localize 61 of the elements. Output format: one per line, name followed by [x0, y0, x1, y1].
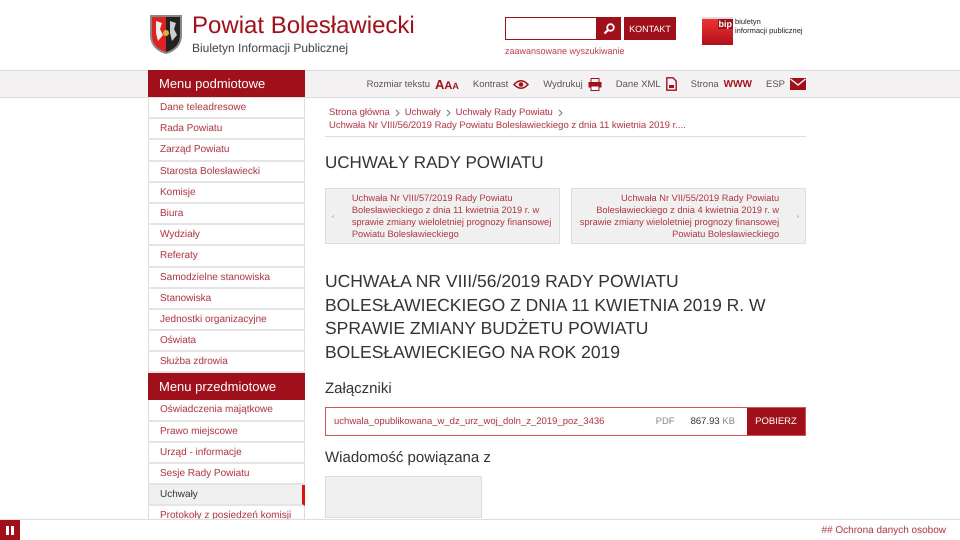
sidebar-item[interactable]: Oświadczenia majątkowe	[148, 400, 305, 422]
file-link[interactable]: uchwala_opublikowana_w_dz_urz_woj_doln_z_2019_poz_3436	[326, 416, 656, 427]
sidebar-item[interactable]: Prawo miejscowe	[148, 422, 305, 443]
toolbar-link[interactable]: Strona WWW	[690, 76, 752, 92]
pause-icon	[6, 526, 14, 534]
chevron-icon	[394, 108, 400, 116]
chevron-icon	[558, 108, 563, 116]
text-size-icon: AAA	[435, 76, 459, 92]
sidebar-item[interactable]: Biura	[148, 204, 305, 226]
section-title: UCHWAŁY RADY POWIATU	[325, 153, 545, 173]
download-button[interactable]: POBIERZ	[747, 408, 805, 435]
menu-heading: Menu podmiotowe	[148, 70, 305, 97]
toolbar-link[interactable]: Rozmiar tekstu AAA	[366, 76, 459, 92]
sidebar-item[interactable]: Sesje Rady Powiatu	[148, 464, 305, 486]
related-heading: Wiadomość powiązana z	[325, 449, 492, 466]
menu-heading: Menu przedmiotowe	[148, 373, 305, 400]
search-button[interactable]	[597, 17, 621, 40]
sidebar-item[interactable]: Oświata	[148, 331, 305, 352]
sidebar-item[interactable]: Rada Powiatu	[148, 119, 305, 140]
document-icon	[666, 77, 677, 91]
advanced-search-link[interactable]: zaawansowane wyszukiwanie	[505, 46, 676, 56]
eye-icon	[513, 78, 530, 90]
breadcrumb-link[interactable]: Uchwały Rady Powiatu	[456, 106, 553, 119]
search-field[interactable]	[505, 17, 597, 40]
toolbar-link[interactable]: Wydrukuj	[543, 76, 602, 92]
previous-link[interactable]: Uchwała Nr VIII/57/2019 Rady Powiatu Bolesławieckiego z dnia 11 kwietnia 2019 r. w sprawie zmiany wieloletniej prognozy finansowej Powiatu Bolesławieckiego	[325, 188, 560, 244]
file-type: PDF	[656, 416, 675, 427]
sidebar-item[interactable]: Dane teleadresowe	[148, 98, 305, 120]
chevron-icon	[446, 108, 451, 116]
sidebar-item[interactable]: Referaty	[148, 246, 305, 268]
bip-logo[interactable]: bip	[702, 17, 733, 45]
www-icon: WWW	[724, 78, 752, 90]
pause-button[interactable]	[0, 520, 20, 540]
toolbar-link[interactable]: Kontrast	[472, 76, 530, 92]
sidebar-item[interactable]: Wydziały	[148, 225, 305, 246]
breadcrumb-link[interactable]: Strona główna	[329, 106, 390, 119]
printer-icon	[588, 78, 602, 90]
site-title[interactable]: Powiat Bolesławiecki	[192, 13, 415, 39]
breadcrumb-link[interactable]: Uchwały	[404, 106, 441, 119]
breadcrumb-link[interactable]: Uchwała Nr VIII/56/2019 Rady Powiatu Bolesławieckiego z dnia 11 kwietnia 2019 r....	[329, 119, 686, 132]
sidebar-item[interactable]: Uchwały	[148, 485, 305, 506]
search-icon	[603, 22, 615, 34]
sidebar-item[interactable]: Jednostki organizacyjne	[148, 310, 305, 332]
sidebar-item[interactable]: Komisje	[148, 182, 305, 204]
sidebar-item[interactable]: Stanowiska	[148, 288, 305, 310]
sidebar-item[interactable]: Urząd - informacje	[148, 442, 305, 464]
envelope-icon	[790, 78, 806, 90]
coat-of-arms-icon	[148, 13, 184, 55]
file-size: 867.93 KB	[690, 416, 735, 427]
document-title: UCHWAŁA NR VIII/56/2019 RADY POWIATU BOLESŁAWIECKIEGO Z DNIA 11 KWIETNIA 2019 R. W SPRAWIE ZMIANY BUDŻETU POWIATU BOLESŁAWIECKIEGO NA ROK 2019	[325, 270, 767, 364]
toolbar-link[interactable]: ESP	[766, 76, 806, 92]
sidebar-item[interactable]: Zarząd Powiatu	[148, 140, 305, 162]
footer-link[interactable]: ## Ochrona danych osobow	[821, 524, 946, 536]
sidebar-item[interactable]: Samodzielne stanowiska	[148, 268, 305, 289]
attachments-heading: Załączniki	[325, 380, 393, 397]
next-link[interactable]: Uchwała Nr VII/55/2019 Rady Powiatu Bolesławieckiego z dnia 4 kwietnia 2019 r. w sprawie zmiany wieloletniej prognozy finansowej Powiatu Bolesławieckiego	[571, 188, 806, 244]
sidebar-item[interactable]: Starosta Bolesławiecki	[148, 162, 305, 183]
site-subtitle: Biuletyn Informacji Publicznej	[192, 41, 350, 55]
toolbar-link[interactable]: Dane XML	[616, 76, 677, 92]
contact-button[interactable]: KONTAKT	[624, 17, 676, 40]
sidebar-item[interactable]: Służba zdrowia	[148, 352, 305, 374]
